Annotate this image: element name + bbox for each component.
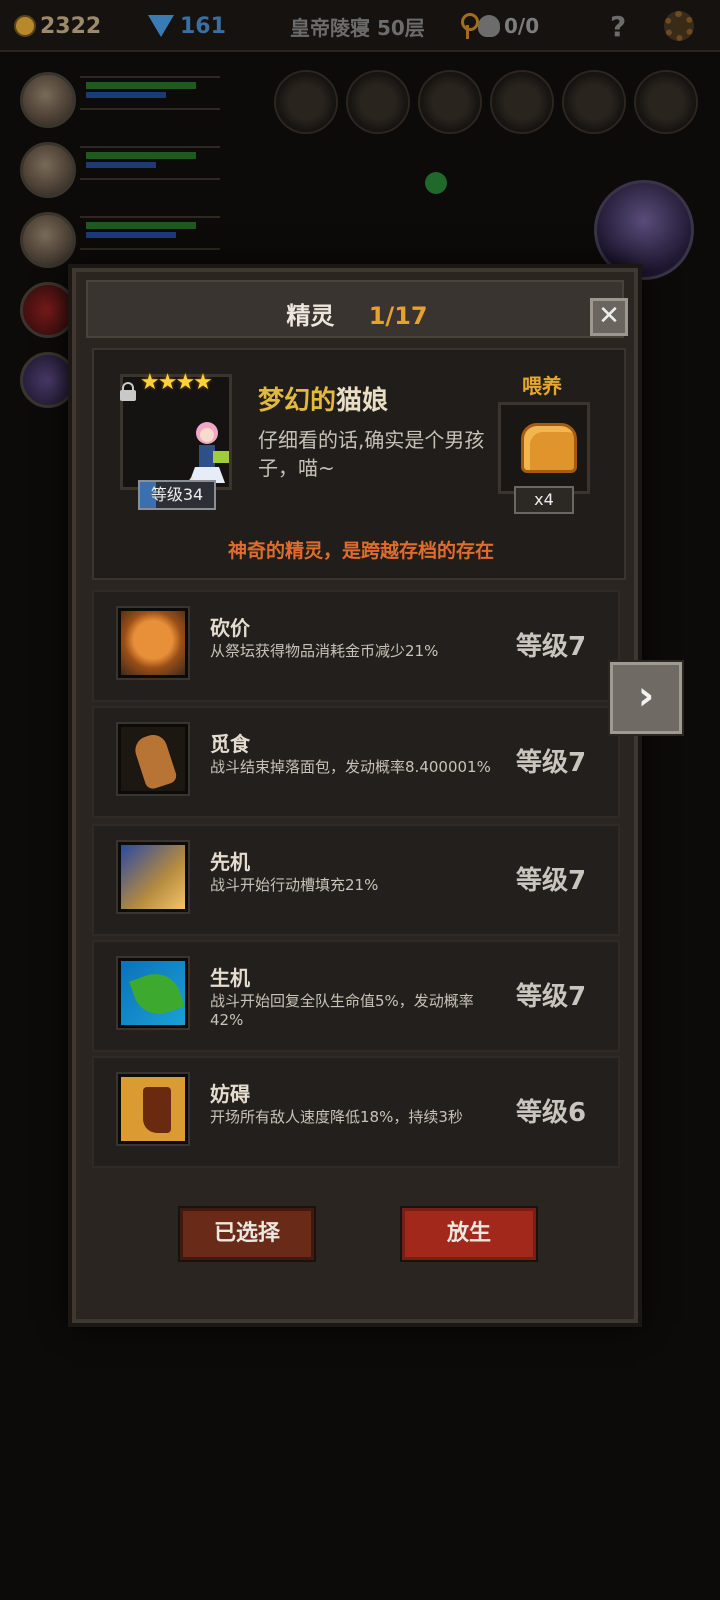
key-icon	[460, 13, 479, 39]
equipment-slot	[346, 70, 410, 134]
skill-name: 觅食	[210, 732, 250, 756]
status-dot	[425, 172, 447, 194]
gear-icon	[664, 11, 694, 41]
spirit-dialog: 精灵 1/17 ✕ ★★★★ 等级34 梦幻的猫娘 仔细看的话,确实是个男孩子，…	[72, 268, 638, 1323]
skill-row[interactable]: 觅食 战斗结束掉落面包，发动概率8.400001% 等级7	[92, 706, 620, 818]
spirit-level-badge: 等级34	[138, 480, 216, 510]
skill-level: 等级7	[516, 632, 587, 662]
skill-row[interactable]: 砍价 从祭坛获得物品消耗金币减少21% 等级7	[92, 590, 620, 702]
keys-skulls-value: 0/0	[504, 14, 540, 38]
gem-icon	[148, 15, 174, 37]
skill-row[interactable]: 生机 战斗开始回复全队生命值5%，发动概率42% 等级7	[92, 940, 620, 1052]
help-button[interactable]: ?	[610, 10, 626, 43]
gingerbread-icon	[118, 724, 188, 794]
party-member	[14, 70, 220, 130]
game-screen: 2322 161 皇帝陵寝 50层 0/0 ? 精灵 1/17 ✕ ★★★★ 等…	[0, 0, 720, 1600]
leaf-icon	[118, 958, 188, 1028]
skill-name: 生机	[210, 966, 250, 990]
dialog-header: 精灵 1/17 ✕	[86, 280, 628, 338]
bread-icon	[521, 423, 577, 473]
gem-counter: 161	[148, 10, 226, 42]
gold-counter: 2322	[14, 10, 101, 42]
dialog-title: 精灵 1/17	[88, 296, 626, 331]
skill-row[interactable]: 妨碍 开场所有敌人速度降低18%，持续3秒 等级6	[92, 1056, 620, 1168]
hero-portrait	[20, 282, 76, 338]
spirit-name-suffix: 猫娘	[336, 386, 389, 416]
skill-level: 等级7	[516, 748, 587, 778]
equipment-slot	[418, 70, 482, 134]
skill-name: 妨碍	[210, 1082, 250, 1106]
rarity-stars: ★★★★	[140, 370, 213, 395]
selected-button[interactable]: 已选择	[178, 1206, 316, 1262]
feed-count: x4	[514, 486, 574, 514]
chained-boot-icon	[118, 1074, 188, 1144]
feed-label: 喂养	[522, 374, 562, 398]
lock-icon[interactable]	[120, 382, 136, 402]
skill-name: 砍价	[210, 616, 250, 640]
skill-desc: 战斗结束掉落面包，发动概率8.400001%	[210, 758, 491, 776]
top-bar: 2322 161 皇帝陵寝 50层 0/0 ?	[0, 0, 720, 52]
release-button[interactable]: 放生	[400, 1206, 538, 1262]
skill-row[interactable]: 先机 战斗开始行动槽填充21% 等级7	[92, 824, 620, 936]
skill-desc: 从祭坛获得物品消耗金币减少21%	[210, 642, 439, 660]
equipment-slot	[634, 70, 698, 134]
spirit-tagline: 神奇的精灵，是跨越存档的存在	[227, 540, 494, 562]
skill-desc: 战斗开始行动槽填充21%	[210, 876, 379, 894]
location-label: 皇帝陵寝 50层	[290, 15, 425, 40]
coin-icon	[14, 15, 36, 37]
chevron-right-icon: ›	[637, 673, 655, 719]
skill-desc: 战斗开始回复全队生命值5%，发动概率42%	[210, 992, 474, 1029]
keys-skulls-counter: 0/0	[460, 10, 539, 42]
skill-name: 先机	[210, 850, 250, 874]
equipment-slot	[562, 70, 626, 134]
hero-portrait	[20, 142, 76, 198]
spirit-name-prefix: 梦幻的	[258, 386, 337, 416]
close-icon: ✕	[598, 301, 620, 331]
equipment-slot	[490, 70, 554, 134]
hero-portrait	[20, 212, 76, 268]
spirit-name: 梦幻的猫娘	[258, 380, 388, 417]
page-indicator: 1/17	[368, 302, 428, 330]
hero-portrait	[20, 72, 76, 128]
coupon-icon	[118, 608, 188, 678]
skull-icon	[478, 15, 500, 37]
skill-level: 等级6	[516, 1098, 587, 1128]
skill-desc: 开场所有敌人速度降低18%，持续3秒	[210, 1108, 463, 1126]
spirit-avatar-bg	[594, 180, 694, 280]
spirit-level-text: 等级34	[150, 485, 204, 504]
close-button[interactable]: ✕	[590, 298, 628, 336]
gold-value: 2322	[40, 13, 102, 39]
skill-level: 等级7	[516, 866, 587, 896]
spirit-info-panel: ★★★★ 等级34 梦幻的猫娘 仔细看的话,确实是个男孩子，喵~ 喂养 x4 神…	[92, 348, 626, 580]
dialog-title-text: 精灵	[286, 302, 335, 330]
next-spirit-button[interactable]: ›	[610, 662, 682, 734]
settings-button[interactable]	[664, 10, 694, 42]
party-member	[14, 210, 220, 270]
spirit-description: 仔细看的话,确实是个男孩子，喵~	[258, 428, 485, 480]
gem-value: 161	[180, 13, 226, 39]
leopard-icon	[118, 842, 188, 912]
skill-level: 等级7	[516, 982, 587, 1012]
party-member	[14, 140, 220, 200]
hero-portrait	[20, 352, 76, 408]
equipment-slot	[274, 70, 338, 134]
feed-button[interactable]	[498, 402, 590, 494]
